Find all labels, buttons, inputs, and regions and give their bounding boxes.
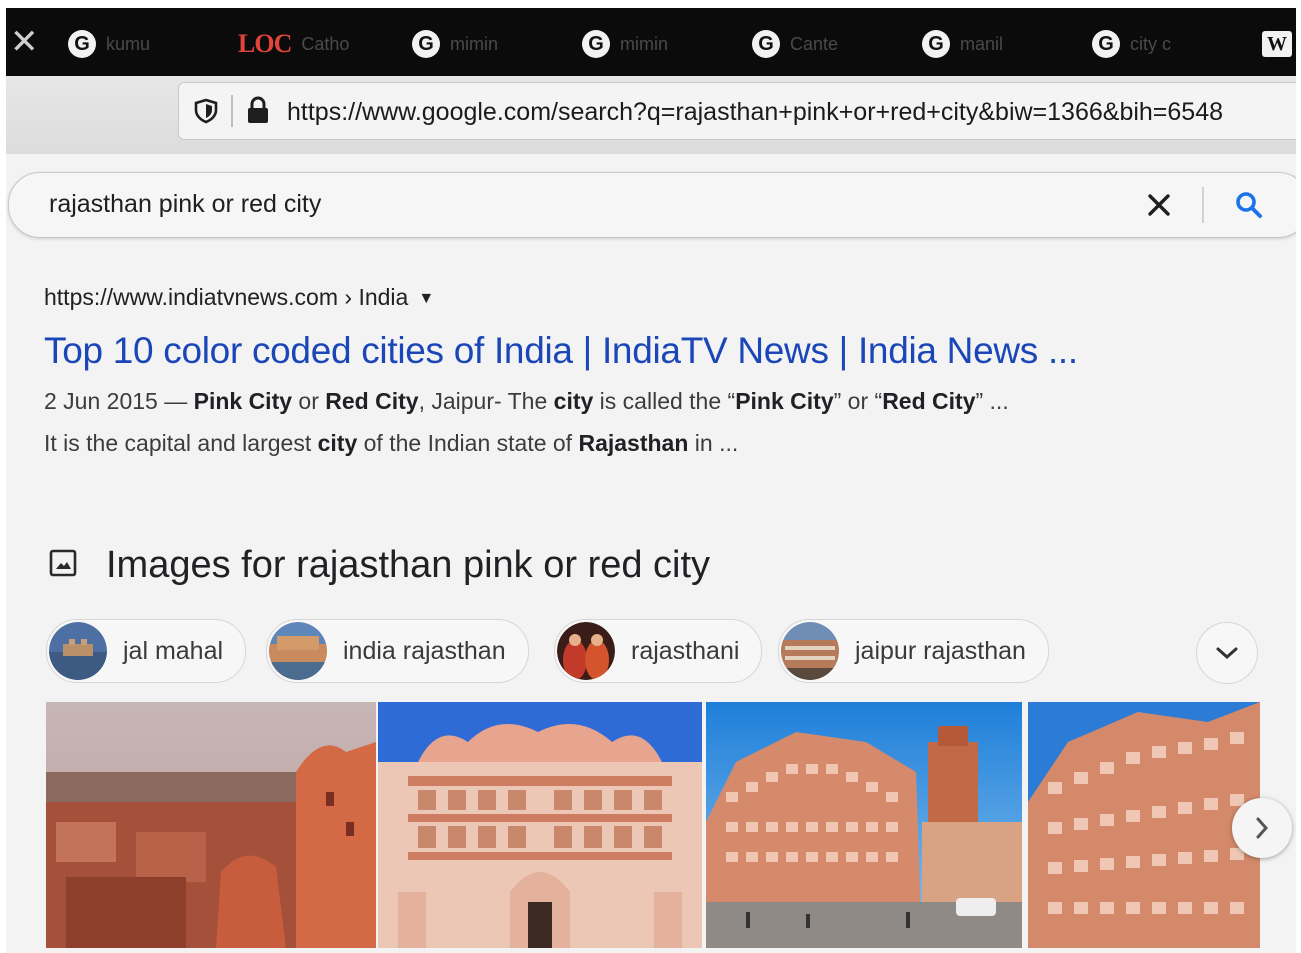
ganesh-icon: G	[752, 30, 780, 58]
chip-jaipur-rajasthan[interactable]: jaipur rajasthan	[778, 619, 1049, 683]
chip-thumbnail	[269, 622, 327, 680]
image-thumbnail	[1028, 702, 1260, 948]
close-tab-icon[interactable]: ✕	[10, 22, 39, 62]
chevron-right-icon	[1256, 817, 1269, 839]
url-text: https://www.google.com/search?q=rajastha…	[287, 98, 1224, 126]
chip-thumbnail	[49, 622, 107, 680]
result-snippet-line-1: 2 Jun 2015 — Pink City or Red City, Jaip…	[44, 388, 1009, 415]
browser-tab[interactable]: G mimin	[412, 24, 498, 64]
chip-rajasthani[interactable]: rajasthani	[554, 619, 763, 683]
google-icon: G	[68, 30, 96, 58]
chip-india-rajasthan[interactable]: india rajasthan	[266, 619, 529, 683]
chip-label: rajasthani	[631, 636, 740, 665]
chip-label: jal mahal	[123, 636, 224, 665]
google-icon: G	[922, 30, 950, 58]
separator	[1202, 187, 1204, 223]
snippet-bold-text: city	[553, 388, 594, 414]
browser-tab[interactable]: G manil	[922, 24, 1003, 64]
image-result-3[interactable]	[706, 702, 1022, 948]
next-images-button[interactable]	[1232, 798, 1292, 858]
snippet-text: , Jaipur- The	[418, 388, 554, 414]
image-result-1[interactable]	[46, 702, 376, 948]
result-snippet-line-2: It is the capital and largest city of th…	[44, 430, 738, 457]
loc-icon: LOC	[238, 29, 292, 58]
tab-label: kumu	[106, 33, 151, 54]
clear-search-button[interactable]	[1139, 185, 1179, 225]
snippet-bold-text: Rajasthan	[578, 430, 689, 456]
browser-tab[interactable]: G mimin	[582, 24, 668, 64]
image-result-2[interactable]	[378, 702, 702, 948]
snippet-bold-text: Pink City	[735, 388, 834, 414]
separator	[231, 95, 233, 127]
search-box[interactable]: rajasthan pink or red city	[8, 172, 1296, 238]
tab-label: manil	[960, 33, 1004, 54]
snippet-text: ” ...	[975, 388, 1009, 414]
tab-label: Catho	[301, 33, 350, 54]
address-bar[interactable]: https://www.google.com/search?q=rajastha…	[178, 82, 1296, 140]
google-icon: G	[1092, 30, 1120, 58]
snippet-bold-text: Pink City	[193, 388, 293, 414]
search-icon	[1236, 192, 1262, 218]
tab-label: city c	[1130, 33, 1172, 54]
search-input[interactable]: rajasthan pink or red city	[49, 190, 321, 219]
close-icon	[1148, 194, 1170, 216]
snippet-text: 2 Jun 2015 —	[44, 388, 194, 414]
chip-label: india rajasthan	[343, 636, 506, 665]
chip-label: jaipur rajasthan	[855, 636, 1026, 665]
expand-chips-button[interactable]	[1196, 622, 1258, 684]
image-result-4[interactable]	[1028, 702, 1260, 948]
browser-tab[interactable]: W	[1262, 24, 1292, 64]
image-icon	[49, 549, 77, 577]
browser-tab[interactable]: G Cante	[752, 24, 838, 64]
browser-tab[interactable]: G city c	[1092, 24, 1171, 64]
chip-thumbnail	[781, 622, 839, 680]
chevron-down-icon	[1216, 647, 1238, 660]
images-section-heading: Images for rajasthan pink or red city	[106, 544, 711, 586]
google-icon: G	[582, 30, 610, 58]
snippet-bold-text: Red City	[882, 388, 976, 414]
snippet-bold-text: Red City	[325, 388, 419, 414]
navigation-bar: https://www.google.com/search?q=rajastha…	[6, 76, 1296, 154]
image-thumbnail	[706, 702, 1022, 948]
result-title-link[interactable]: Top 10 color coded cities of India | Ind…	[44, 330, 1078, 372]
snippet-text: ” or “	[833, 388, 883, 414]
tab-label: mimin	[620, 33, 668, 54]
screen: ✕ G kumu LOC Catho G mimin G mimin G Can…	[6, 8, 1296, 953]
snippet-text: of the Indian state of	[357, 430, 579, 456]
tab-label: Cante	[790, 33, 839, 54]
snippet-bold-text: city	[317, 430, 358, 456]
chip-thumbnail	[557, 622, 615, 680]
tracking-shield-icon[interactable]	[193, 98, 219, 124]
browser-tab-strip: ✕ G kumu LOC Catho G mimin G mimin G Can…	[6, 8, 1296, 76]
search-button[interactable]	[1229, 185, 1269, 225]
google-icon: G	[412, 30, 440, 58]
snippet-text: in ...	[688, 430, 739, 456]
browser-tab[interactable]: LOC Catho	[238, 24, 349, 64]
snippet-text: or	[292, 388, 326, 414]
chip-jal-mahal[interactable]: jal mahal	[46, 619, 247, 683]
dropdown-arrow-icon[interactable]: ▼	[418, 290, 434, 307]
browser-tab[interactable]: G kumu	[68, 24, 150, 64]
lock-icon[interactable]	[245, 95, 271, 125]
wikipedia-icon: W	[1262, 31, 1292, 57]
result-url-breadcrumb[interactable]: https://www.indiatvnews.com › India ▼	[44, 284, 434, 311]
image-thumbnail	[46, 702, 376, 948]
tab-label: mimin	[450, 33, 498, 54]
result-cite-text: https://www.indiatvnews.com › India	[44, 284, 409, 310]
snippet-text: is called the “	[593, 388, 736, 414]
image-thumbnail	[378, 702, 702, 948]
snippet-text: It is the capital and largest	[44, 430, 318, 456]
